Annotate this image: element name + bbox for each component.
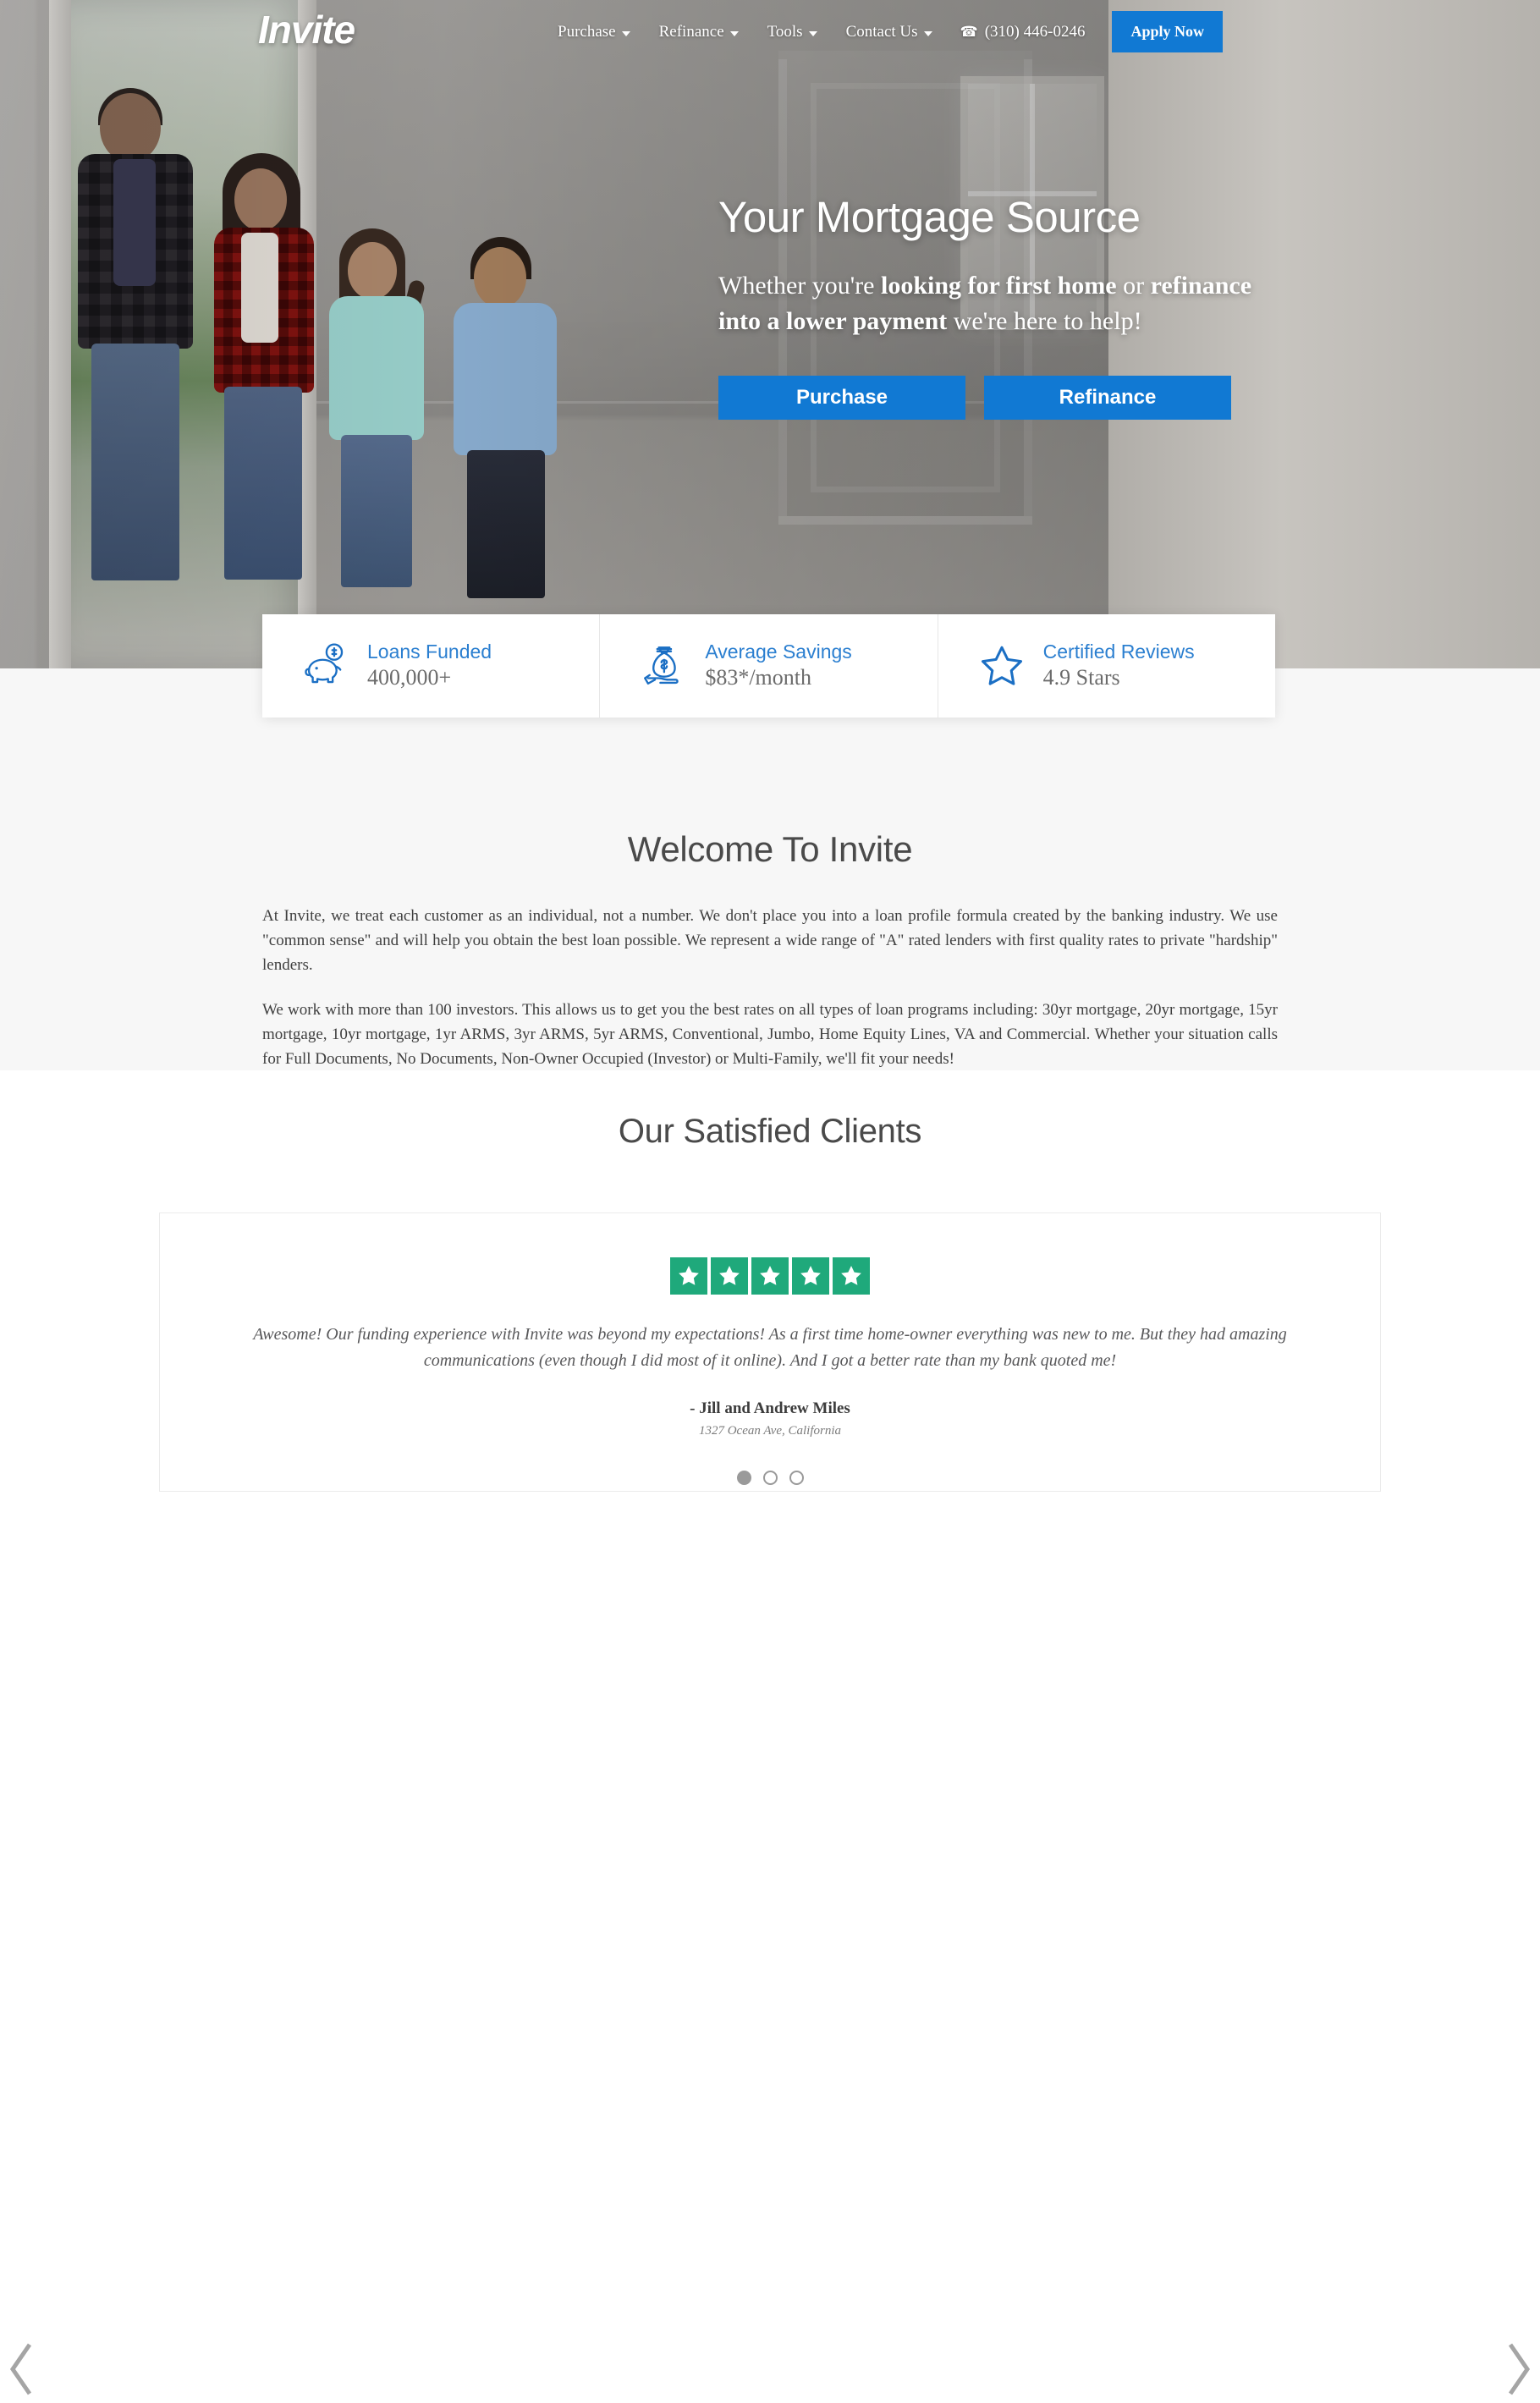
nav-item-label: Contact Us <box>845 22 918 41</box>
stat-label: Certified Reviews <box>1042 640 1195 663</box>
hero-sub-part-1: Whether you're <box>718 271 881 300</box>
carousel-dot[interactable] <box>762 1471 778 1485</box>
clients-heading: Our Satisfied Clients <box>618 1113 922 1150</box>
hero-subtitle: Whether you're looking for first home or… <box>718 268 1251 340</box>
star-filled-icon <box>670 1257 707 1295</box>
stat-label: Average Savings <box>705 640 852 663</box>
stat-card-loans-funded: Loans Funded 400,000+ <box>262 614 601 718</box>
hero-sub-part-3: we're here to help! <box>947 307 1142 336</box>
hero-cta-group: Purchase Refinance <box>718 375 1260 420</box>
chevron-down-icon <box>729 30 739 36</box>
chevron-down-icon <box>621 30 630 36</box>
chevron-right-icon[interactable] <box>1499 2340 1535 2399</box>
site-logo[interactable]: Invite <box>258 7 355 52</box>
star-filled-icon <box>711 1257 748 1295</box>
hero-sub-part-2: or <box>1116 271 1151 300</box>
apply-now-button[interactable]: Apply Now <box>1112 11 1223 52</box>
nav-item-label: Tools <box>767 22 803 41</box>
nav-item-tools[interactable]: Tools <box>753 23 832 41</box>
hero-refinance-button[interactable]: Refinance <box>984 375 1231 420</box>
nav-links: Purchase Refinance Tools Contact Us ☎ (3… <box>543 0 1223 63</box>
star-filled-icon <box>792 1257 829 1295</box>
stat-value: 4.9 Stars <box>1042 665 1120 690</box>
hero-section: Invite Purchase Refinance Tools Contact … <box>0 0 1540 668</box>
testimonial-quote: Awesome! Our funding experience with Inv… <box>253 1325 1287 1370</box>
hero-title: Your Mortgage Source <box>718 193 1141 241</box>
stat-card-certified-reviews: Certified Reviews 4.9 Stars <box>938 614 1275 718</box>
top-navigation: Invite Purchase Refinance Tools Contact … <box>0 0 1540 63</box>
nav-item-purchase[interactable]: Purchase <box>543 23 645 41</box>
stat-text: Average Savings $83*/month <box>705 640 851 693</box>
phone-icon: ☎ <box>960 23 978 40</box>
stat-text: Certified Reviews 4.9 Stars <box>1043 640 1195 693</box>
chevron-left-icon[interactable] <box>5 2340 41 2399</box>
stat-value: $83*/month <box>705 665 811 690</box>
testimonial-card: Awesome! Our funding experience with Inv… <box>159 1212 1381 1492</box>
nav-phone-link[interactable]: ☎ (310) 446-0246 <box>947 23 1099 41</box>
chevron-down-icon <box>808 30 817 36</box>
nav-item-label: Purchase <box>558 22 616 41</box>
nav-item-label: Refinance <box>658 22 724 41</box>
hero-sub-bold-1: looking for first home <box>880 271 1117 300</box>
star-filled-icon <box>751 1257 789 1295</box>
chevron-down-icon <box>923 30 932 36</box>
nav-phone-number: (310) 446-0246 <box>984 22 1086 41</box>
carousel-dot[interactable] <box>736 1471 751 1485</box>
testimonial-author: - Jill and Andrew Miles <box>690 1399 850 1417</box>
nav-item-contact-us[interactable]: Contact Us <box>832 23 947 41</box>
testimonial-location: 1327 Ocean Ave, California <box>698 1424 842 1438</box>
carousel-dot[interactable] <box>789 1471 804 1485</box>
stat-card-average-savings: Average Savings $83*/month <box>600 614 938 718</box>
stat-text: Loans Funded 400,000+ <box>367 640 492 693</box>
welcome-section: Welcome To Invite At Invite, we treat ea… <box>0 668 1540 1070</box>
hero-copy: Your Mortgage Source Whether you're look… <box>718 193 1260 420</box>
carousel-dots <box>160 1471 1380 1485</box>
stats-bar: Loans Funded 400,000+ Average Savings $8… <box>262 614 1275 718</box>
clients-section: Our Satisfied Clients Awesome! Our fundi… <box>0 1070 1540 2395</box>
rating-stars <box>160 1257 1380 1295</box>
stat-value: 400,000+ <box>367 665 452 690</box>
star-filled-icon <box>833 1257 870 1295</box>
piggy-bank-icon <box>301 641 350 690</box>
welcome-body: At Invite, we treat each customer as an … <box>262 904 1278 1071</box>
welcome-paragraph-2: We work with more than 100 investors. Th… <box>262 1001 1278 1069</box>
star-outline-icon <box>977 641 1026 690</box>
stat-label: Loans Funded <box>367 640 492 663</box>
money-bag-hand-icon <box>639 641 688 690</box>
hero-purchase-button[interactable]: Purchase <box>718 375 965 420</box>
welcome-paragraph-1: At Invite, we treat each customer as an … <box>262 907 1278 975</box>
nav-item-refinance[interactable]: Refinance <box>645 23 753 41</box>
